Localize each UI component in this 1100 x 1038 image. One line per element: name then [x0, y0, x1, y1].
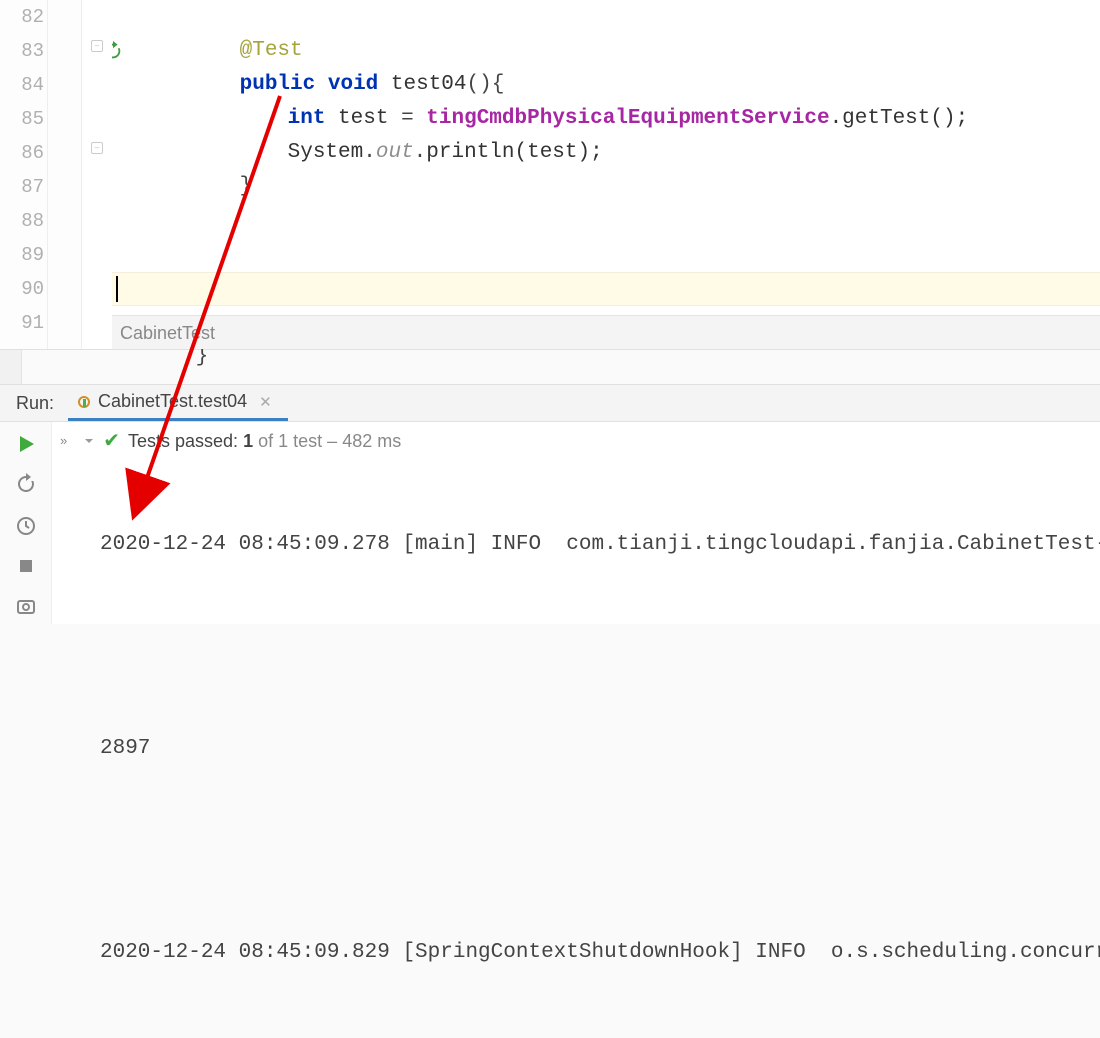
fold-column: – – [82, 0, 112, 349]
code-editor[interactable]: 82 83 84 85 86 87 88 89 90 91 – – @Test … [0, 0, 1100, 350]
fold-marker-icon[interactable]: – [91, 40, 103, 52]
line-number-gutter: 82 83 84 85 86 87 88 89 90 91 [0, 0, 48, 349]
test-status-line: » ✔ Tests passed: 1 of 1 test – 482 ms [60, 426, 1100, 456]
export-results-icon[interactable] [14, 594, 38, 618]
code-token-punct: . [414, 141, 427, 164]
breadcrumb-item[interactable]: CabinetTest [120, 323, 215, 343]
code-token-call: .getTest(); [830, 107, 969, 130]
console-output-value: 2897 [100, 732, 1100, 766]
status-time: 482 ms [342, 426, 401, 456]
line-number: 91 [0, 306, 44, 340]
code-token-punct: . [363, 141, 376, 164]
close-icon[interactable]: ✕ [259, 393, 272, 411]
run-label: Run: [0, 393, 68, 414]
chevron-down-icon[interactable] [81, 433, 97, 449]
line-number: 90 [0, 272, 44, 306]
toggle-auto-test-icon[interactable] [14, 514, 38, 538]
gutter-icon-column [48, 0, 82, 349]
status-count: 1 [243, 426, 253, 456]
status-prefix: Tests passed: [128, 426, 238, 456]
run-tab[interactable]: CabinetTest.test04 ✕ [68, 385, 288, 421]
line-number: 89 [0, 238, 44, 272]
run-tab-title: CabinetTest.test04 [98, 391, 247, 412]
line-number: 85 [0, 102, 44, 136]
run-console[interactable]: 2020-12-24 08:45:09.278 [main] INFO com.… [100, 460, 1100, 624]
editor-breadcrumb[interactable]: CabinetTest [112, 315, 1100, 349]
run-toolwindow-body: » ✔ Tests passed: 1 of 1 test – 482 ms 2… [0, 422, 1100, 624]
run-play-icon[interactable] [14, 432, 38, 456]
line-number: 83 [0, 34, 44, 68]
status-mid: of 1 test – [258, 426, 337, 456]
editor-caret [116, 276, 118, 302]
stop-icon[interactable] [14, 554, 38, 578]
line-number: 86 [0, 136, 44, 170]
rerun-icon[interactable] [14, 472, 38, 496]
line-number: 84 [0, 68, 44, 102]
run-toolbar [0, 422, 52, 624]
line-number: 82 [0, 0, 44, 34]
code-token-static: out [376, 141, 414, 164]
expand-arrows-icon[interactable]: » [60, 426, 67, 456]
line-number: 87 [0, 170, 44, 204]
line-number: 88 [0, 204, 44, 238]
test-config-icon [78, 396, 90, 408]
code-area[interactable]: @Test public void test04(){ int test = t… [112, 0, 1100, 349]
code-token-brace: } [240, 175, 253, 198]
run-toolwindow-header: Run: CabinetTest.test04 ✕ [0, 384, 1100, 422]
console-line: 2020-12-24 08:45:09.278 [main] INFO com.… [100, 528, 1100, 562]
code-token-ident: System [288, 141, 364, 164]
tests-passed-icon: ✔ [103, 426, 120, 456]
console-line: 2020-12-24 08:45:09.829 [SpringContextSh… [100, 936, 1100, 970]
fold-marker-icon[interactable]: – [91, 142, 103, 154]
code-token-call: println(test); [426, 141, 602, 164]
